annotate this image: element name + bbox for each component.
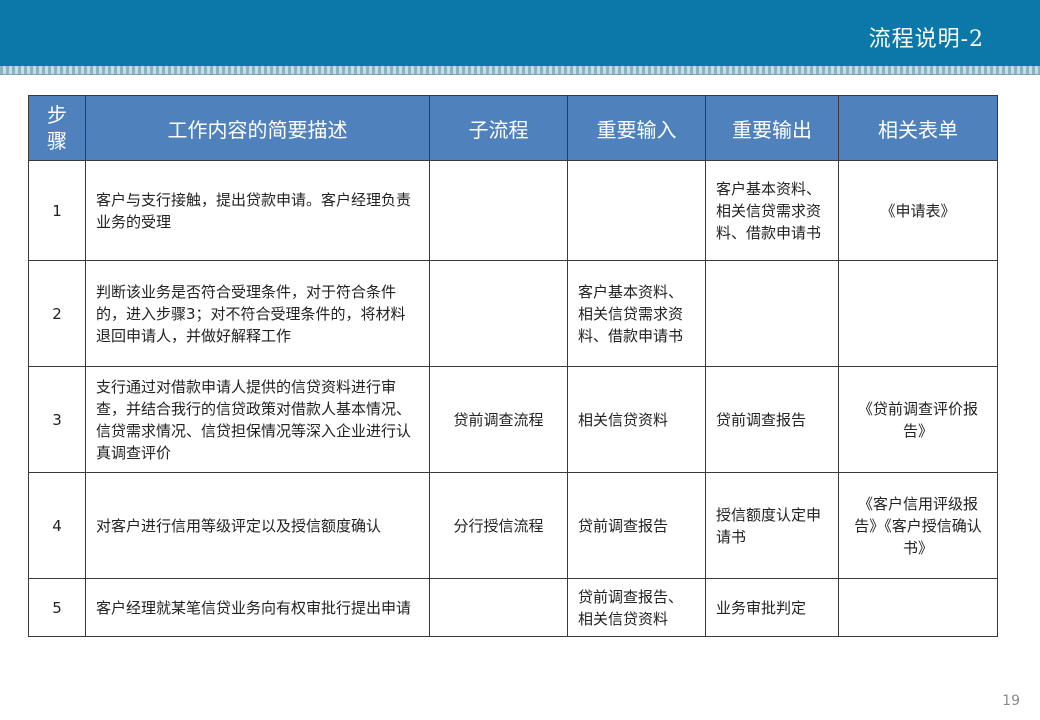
header-subprocess: 子流程: [429, 95, 568, 161]
cell-output: 授信额度认定申请书: [705, 472, 839, 579]
header-decoration: [0, 66, 1040, 75]
page-title: 流程说明-2: [868, 27, 984, 52]
cell-input: 贷前调查报告: [567, 472, 706, 579]
cell-desc: 客户与支行接触，提出贷款申请。客户经理负责业务的受理: [85, 160, 430, 261]
process-table: 步骤 工作内容的简要描述 子流程 重要输入 重要输出 相关表单 1 客户与支行接…: [28, 95, 998, 637]
cell-step: 4: [28, 472, 86, 579]
table-row: 3 支行通过对借款申请人提供的信贷资料进行审查，并结合我行的信贷政策对借款人基本…: [28, 366, 998, 473]
page-number: 19: [1002, 693, 1020, 709]
cell-forms: 《申请表》: [838, 160, 998, 261]
cell-output: 客户基本资料、相关信贷需求资料、借款申请书: [705, 160, 839, 261]
cell-forms: [838, 578, 998, 637]
cell-step: 5: [28, 578, 86, 637]
cell-input: [567, 160, 706, 261]
cell-input: 客户基本资料、相关信贷需求资料、借款申请书: [567, 260, 706, 367]
header-desc: 工作内容的简要描述: [85, 95, 430, 161]
cell-step: 2: [28, 260, 86, 367]
cell-forms: 《客户信用评级报告》《客户授信确认书》: [838, 472, 998, 579]
cell-desc: 判断该业务是否符合受理条件，对于符合条件的，进入步骤3；对不符合受理条件的，将材…: [85, 260, 430, 367]
table-row: 1 客户与支行接触，提出贷款申请。客户经理负责业务的受理 客户基本资料、相关信贷…: [28, 160, 998, 261]
table-row: 5 客户经理就某笔信贷业务向有权审批行提出申请 贷前调查报告、相关信贷资料 业务…: [28, 578, 998, 637]
cell-subprocess: 贷前调查流程: [429, 366, 568, 473]
header-step: 步骤: [28, 95, 86, 161]
cell-subprocess: [429, 160, 568, 261]
cell-output: 贷前调查报告: [705, 366, 839, 473]
cell-forms: [838, 260, 998, 367]
table-header-row: 步骤 工作内容的简要描述 子流程 重要输入 重要输出 相关表单: [28, 95, 998, 161]
cell-input: 相关信贷资料: [567, 366, 706, 473]
cell-input: 贷前调查报告、相关信贷资料: [567, 578, 706, 637]
cell-subprocess: [429, 578, 568, 637]
header-band: 流程说明-2: [0, 0, 1040, 66]
cell-subprocess: [429, 260, 568, 367]
cell-output: [705, 260, 839, 367]
header-forms: 相关表单: [838, 95, 998, 161]
cell-forms: 《贷前调查评价报告》: [838, 366, 998, 473]
cell-step: 1: [28, 160, 86, 261]
header-output: 重要输出: [705, 95, 839, 161]
header-input: 重要输入: [567, 95, 706, 161]
cell-subprocess: 分行授信流程: [429, 472, 568, 579]
cell-output: 业务审批判定: [705, 578, 839, 637]
cell-step: 3: [28, 366, 86, 473]
cell-desc: 支行通过对借款申请人提供的信贷资料进行审查，并结合我行的信贷政策对借款人基本情况…: [85, 366, 430, 473]
cell-desc: 对客户进行信用等级评定以及授信额度确认: [85, 472, 430, 579]
table-row: 2 判断该业务是否符合受理条件，对于符合条件的，进入步骤3；对不符合受理条件的，…: [28, 260, 998, 367]
table-row: 4 对客户进行信用等级评定以及授信额度确认 分行授信流程 贷前调查报告 授信额度…: [28, 472, 998, 579]
cell-desc: 客户经理就某笔信贷业务向有权审批行提出申请: [85, 578, 430, 637]
